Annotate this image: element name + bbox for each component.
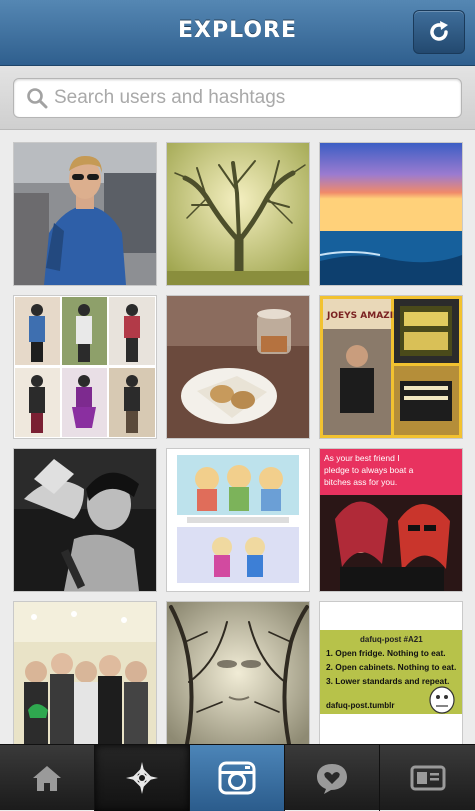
dafuq-line3: 3. Lower standards and repeat. [326, 676, 449, 686]
header-bar: EXPLORE [0, 0, 475, 66]
sunset-sea-photo[interactable] [319, 142, 463, 286]
best-friend-meme[interactable]: As your best friend I pledge to always b… [319, 448, 463, 592]
man-with-sunglasses-photo[interactable] [13, 142, 157, 286]
tab-explore[interactable] [95, 745, 190, 811]
search-input[interactable]: Search users and hashtags [13, 78, 462, 118]
camera-icon [218, 761, 256, 795]
svg-text:pledge to always boat a: pledge to always boat a [324, 465, 414, 475]
search-placeholder: Search users and hashtags [54, 87, 286, 108]
dafuq-heading: dafuq-post #A21 [360, 635, 423, 644]
page-title: EXPLORE [177, 18, 298, 43]
foggy-tree-photo[interactable] [166, 142, 310, 286]
group-selfie-photo[interactable] [13, 601, 157, 745]
tab-profile[interactable] [380, 745, 475, 811]
dafuq-post-meme[interactable]: dafuq-post #A21 1. Open fridge. Nothing … [319, 601, 463, 745]
tab-activity[interactable] [285, 745, 380, 811]
tree-face-photo[interactable] [166, 601, 310, 745]
tab-home[interactable] [0, 745, 95, 811]
profile-card-icon [410, 765, 445, 791]
search-bar: Search users and hashtags [0, 66, 475, 130]
svg-text:As your best friend I: As your best friend I [324, 453, 400, 463]
dafuq-footer: dafuq-post.tumblr [326, 701, 394, 710]
svg-text:bitches ass for you.: bitches ass for you. [324, 477, 397, 487]
refresh-button[interactable] [413, 10, 465, 54]
outfit-collage-photo[interactable] [13, 295, 157, 439]
explore-star-icon [126, 762, 158, 794]
home-icon [33, 766, 61, 791]
bottom-tab-bar [0, 744, 475, 811]
tab-camera[interactable] [190, 745, 285, 811]
dafuq-line1: 1. Open fridge. Nothing to eat. [326, 648, 446, 658]
activity-heart-bubble-icon [317, 764, 347, 794]
refresh-icon [430, 21, 448, 41]
cartoon-comic-photo[interactable] [166, 448, 310, 592]
search-icon [27, 88, 48, 109]
cookies-and-jar-photo[interactable] [166, 295, 310, 439]
dafuq-line2: 2. Open cabinets. Nothing to eat. [326, 662, 456, 672]
explore-photo-grid: JOEYS AMAZING As your best friend I pled… [0, 130, 475, 745]
joeys-amazing-race-collage[interactable]: JOEYS AMAZING [319, 295, 463, 439]
bw-singer-photo[interactable] [13, 448, 157, 592]
